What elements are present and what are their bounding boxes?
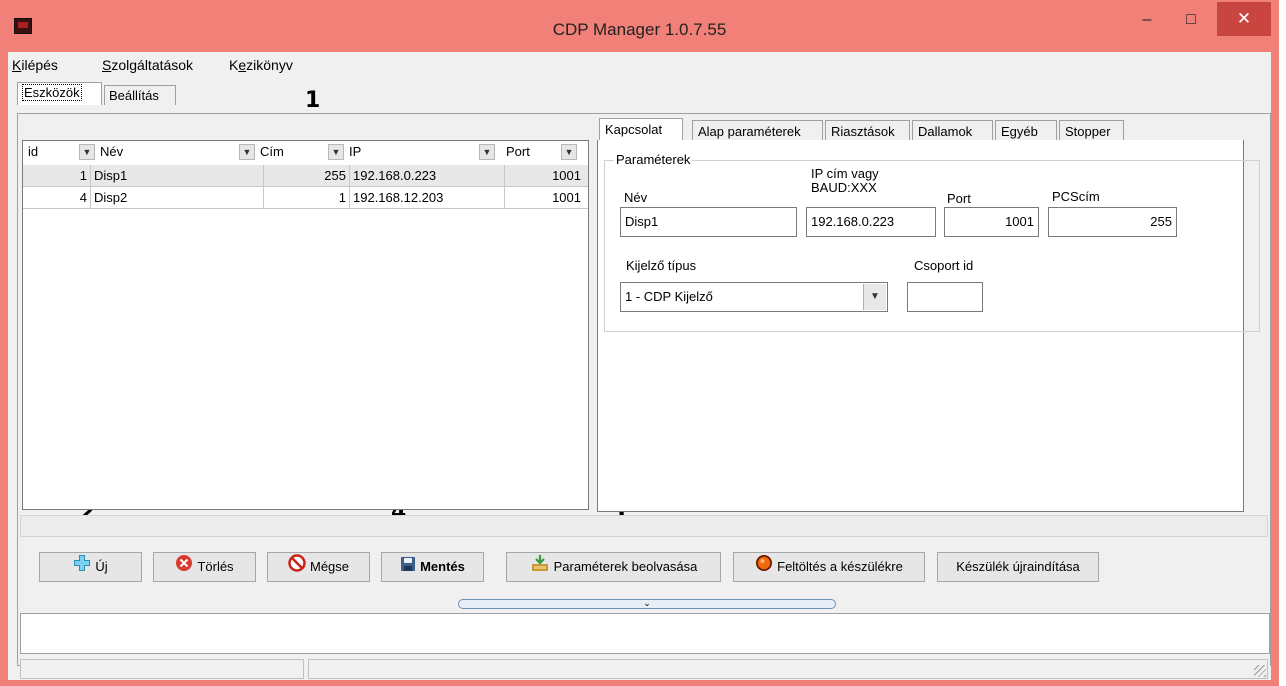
col-header-name[interactable]: Név <box>97 143 237 162</box>
grid-header: id ▼ Név ▼ Cím ▼ IP ▼ Port ▼ <box>23 141 588 163</box>
cell-id: 4 <box>23 187 91 208</box>
menu-kilepes[interactable]: Kilépés <box>12 57 58 73</box>
new-button[interactable]: Új <box>39 552 142 582</box>
table-row[interactable]: 1 Disp1 255 192.168.0.223 1001 <box>23 165 588 187</box>
callout-marker-1: 1 <box>305 88 321 113</box>
record-icon <box>755 554 773 582</box>
filter-dropdown-icon[interactable]: ▼ <box>79 144 95 160</box>
download-params-icon <box>530 554 550 582</box>
maximize-button[interactable]: □ <box>1171 2 1211 38</box>
delete-icon <box>175 554 193 582</box>
pcaddr-field[interactable]: 255 <box>1048 207 1177 237</box>
menu-bar: Kilépés Szolgáltatások Kezikönyv <box>8 52 1271 76</box>
filter-dropdown-icon[interactable]: ▼ <box>328 144 344 160</box>
col-header-ip[interactable]: IP <box>346 143 476 162</box>
display-type-select[interactable]: 1 - CDP Kijelző ▼ <box>620 282 888 312</box>
cell-addr: 1 <box>264 187 350 208</box>
col-header-id[interactable]: id <box>25 143 85 162</box>
minimize-button[interactable]: – <box>1127 2 1167 38</box>
cell-port: 1001 <box>552 168 581 183</box>
menu-label: ilépés <box>21 57 58 73</box>
menu-label: zolgáltatások <box>111 57 194 73</box>
cell-ip: 192.168.0.223 <box>350 165 505 186</box>
cell-ip: 192.168.12.203 <box>350 187 505 208</box>
cancel-icon <box>288 553 306 582</box>
cell-id: 1 <box>23 165 91 186</box>
filter-dropdown-icon[interactable]: ▼ <box>479 144 495 160</box>
menu-hotkey: e <box>238 57 247 73</box>
cancel-button-label: Mégse <box>309 559 350 574</box>
save-button[interactable]: Mentés <box>381 552 484 582</box>
tab-beallitas[interactable]: Beállítás <box>104 85 176 105</box>
name-field[interactable]: Disp1 <box>620 207 797 237</box>
group-id-label: Csoport id <box>914 258 974 273</box>
ip-label-line2: BAUD:XXX <box>811 180 877 195</box>
save-button-label: Mentés <box>420 559 465 574</box>
params-group-title: Paraméterek <box>614 152 693 167</box>
delete-button-label: Törlés <box>197 559 234 574</box>
pcaddr-label: PCScím <box>1052 189 1100 204</box>
port-label: Port <box>947 191 971 206</box>
tab-label: Beállítás <box>109 88 159 103</box>
progress-strip <box>20 515 1268 537</box>
display-type-label: Kijelző típus <box>626 258 697 273</box>
read-params-button[interactable]: Paraméterek beolvasása <box>506 552 721 582</box>
plus-icon <box>73 554 91 582</box>
group-id-field[interactable] <box>907 282 983 312</box>
menu-label: zikönyv <box>246 57 293 73</box>
cancel-button[interactable]: Mégse <box>267 552 370 582</box>
tab-eszkozok[interactable]: Eszközök <box>17 82 102 105</box>
upload-button-label: Feltöltés a készülékre <box>777 559 903 574</box>
cell-addr: 255 <box>264 165 350 186</box>
menu-hotkey: S <box>102 57 112 73</box>
upload-button[interactable]: Feltöltés a készülékre <box>733 552 925 582</box>
resize-grip-icon[interactable] <box>1254 665 1266 677</box>
window-title: CDP Manager 1.0.7.55 <box>552 20 727 39</box>
cell-name: Disp2 <box>91 187 264 208</box>
delete-button[interactable]: Törlés <box>153 552 256 582</box>
table-row[interactable]: 4 Disp2 1 192.168.12.203 1001 <box>23 187 588 209</box>
cell-port: 1001 <box>552 190 581 205</box>
floppy-icon <box>400 554 416 582</box>
status-panel <box>20 659 304 679</box>
col-header-addr[interactable]: Cím <box>257 143 327 162</box>
status-bar <box>20 656 1270 680</box>
name-label: Név <box>624 190 648 205</box>
splitter-handle[interactable]: ⌄ <box>458 599 836 609</box>
read-params-button-label: Paraméterek beolvasása <box>553 559 698 574</box>
ip-label-line1: IP cím vagy <box>811 166 879 181</box>
menu-kezikonyv[interactable]: Kezikönyv <box>229 57 293 73</box>
menu-hotkey: K <box>12 57 22 73</box>
cell-name: Disp1 <box>91 165 264 186</box>
chevron-down-icon[interactable]: ▼ <box>863 284 886 310</box>
port-field[interactable]: 1001 <box>944 207 1039 237</box>
display-type-value: 1 - CDP Kijelző <box>625 289 713 304</box>
filter-dropdown-icon[interactable]: ▼ <box>561 144 577 160</box>
title-bar[interactable]: CDP Manager 1.0.7.55 – □ ✕ <box>0 0 1279 52</box>
tab-label: Eszközök <box>22 84 82 101</box>
restart-device-button[interactable]: Készülék újraindítása <box>937 552 1099 582</box>
col-header-port[interactable]: Port <box>503 143 553 162</box>
ip-field[interactable]: 192.168.0.223 <box>806 207 936 237</box>
new-button-label: Új <box>95 559 108 574</box>
status-panel <box>308 659 1268 679</box>
device-grid[interactable]: id ▼ Név ▼ Cím ▼ IP ▼ Port ▼ 1 Disp1 255… <box>22 140 589 510</box>
log-area[interactable] <box>20 613 1270 654</box>
menu-label: K <box>229 57 239 73</box>
filter-dropdown-icon[interactable]: ▼ <box>239 144 255 160</box>
close-button[interactable]: ✕ <box>1217 2 1271 36</box>
menu-szolgaltatasok[interactable]: Szolgáltatások <box>102 57 193 73</box>
